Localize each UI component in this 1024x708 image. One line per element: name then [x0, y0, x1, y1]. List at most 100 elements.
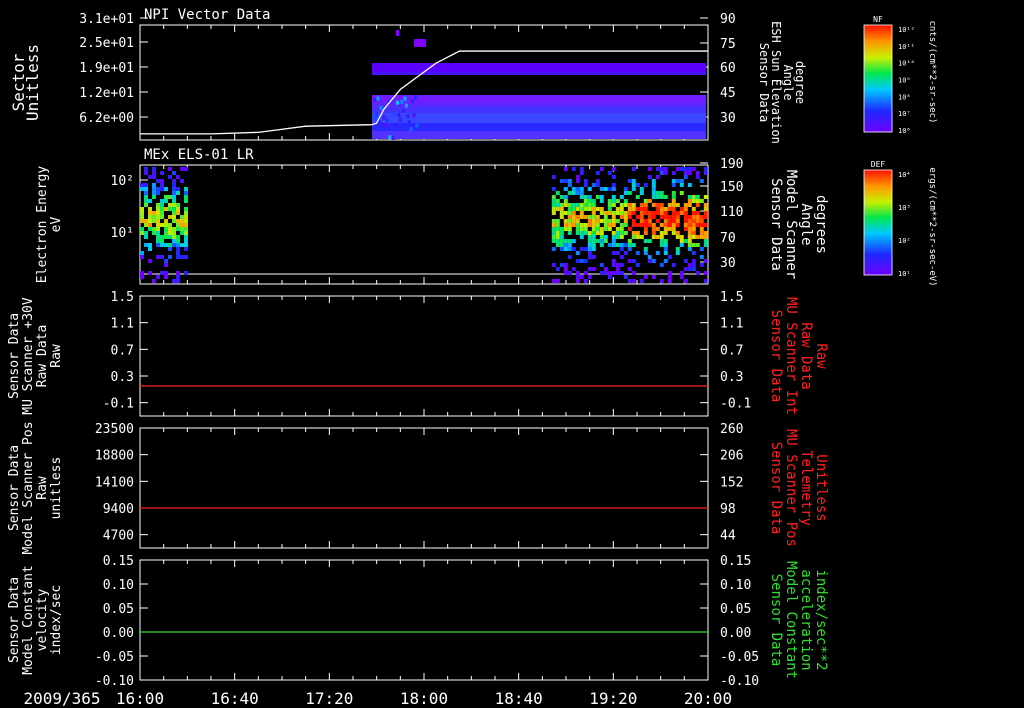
spectrogram-cell — [671, 227, 676, 231]
spectrogram-cell — [575, 179, 580, 183]
spectrogram-cell — [627, 215, 632, 219]
spectrogram-cell — [176, 191, 180, 195]
spectrogram-cell — [695, 219, 700, 223]
spectrogram-cell — [695, 223, 700, 227]
spectrogram-cell — [663, 223, 668, 227]
spectrogram-cell — [152, 167, 156, 171]
spectrogram-cell — [631, 271, 636, 275]
spectrogram-cell — [619, 223, 624, 227]
spectrogram-cell — [571, 247, 576, 251]
spectrogram-cell — [619, 247, 624, 251]
spectrogram-cell — [659, 195, 664, 199]
spectrogram-cell — [403, 96, 407, 101]
spectrogram-cell — [567, 219, 572, 223]
spectrogram-cell — [619, 195, 624, 199]
spectrogram-cell — [651, 179, 656, 183]
y-tick-label: 0.00 — [103, 626, 134, 641]
colorbar-tick: 10¹⁰ — [898, 60, 915, 68]
spectrogram-cell — [611, 195, 616, 199]
spectrogram-cell — [397, 113, 401, 118]
spectrogram-cell — [575, 215, 580, 219]
spectrogram-cell — [627, 191, 632, 195]
spectrogram-cell — [583, 207, 588, 211]
spectrogram-cell — [551, 211, 556, 215]
spectrogram-cell — [699, 219, 704, 223]
spectrogram-cell — [627, 259, 632, 263]
spectrogram-cell — [571, 187, 576, 191]
spectrogram-cell — [635, 263, 640, 267]
spectrogram-cell — [623, 251, 628, 255]
spectrogram-cell — [168, 175, 172, 179]
spectrogram-cell — [579, 275, 584, 279]
spectrogram-cell — [184, 167, 188, 171]
spectrogram-cell — [591, 219, 596, 223]
y2-tick-label: -0.10 — [720, 674, 759, 689]
spectrogram-cell — [599, 207, 604, 211]
spectrogram-cell — [619, 255, 624, 259]
spectrogram-cell — [671, 179, 676, 183]
spectrogram-cell — [607, 207, 612, 211]
spectrogram-cell — [144, 167, 148, 171]
spectrogram-cell — [663, 243, 668, 247]
y-axis-label: Raw — [49, 344, 64, 368]
spectrogram-cell — [176, 251, 180, 255]
y2-axis-label: Unitless — [813, 454, 829, 521]
spectrogram-cell — [631, 211, 636, 215]
spectrogram-cell — [703, 207, 708, 211]
spectrogram-cell — [615, 243, 620, 247]
spectrogram-cell — [691, 259, 696, 263]
spectrogram-cell — [611, 239, 616, 243]
spectrogram-cell — [559, 195, 564, 199]
spectrogram-cell — [611, 251, 616, 255]
spectrogram-cell — [635, 251, 640, 255]
y-axis-label: Model Scanner Pos — [21, 421, 36, 554]
y-tick-label: 10¹ — [111, 226, 134, 241]
spectrogram-cell — [587, 239, 592, 243]
y-axis-label: unitless — [49, 457, 64, 520]
spectrogram-cell — [371, 95, 706, 103]
spectrogram-cell — [180, 243, 184, 247]
spectrogram-cell — [671, 231, 676, 235]
spectrogram-cell — [703, 279, 708, 283]
spectrogram-cell — [555, 243, 560, 247]
y2-tick-label: 98 — [720, 502, 736, 517]
spectrogram-cell — [184, 271, 188, 275]
spectrogram-cell — [563, 227, 568, 231]
spectrogram-cell — [671, 215, 676, 219]
spectrogram-cell — [587, 203, 592, 207]
spectrogram-cell — [575, 203, 580, 207]
spectrogram-cell — [619, 271, 624, 275]
spectrogram-cell — [611, 167, 616, 171]
spectrogram-cell — [567, 247, 572, 251]
spectrogram-cell — [635, 223, 640, 227]
spectrogram-cell — [691, 251, 696, 255]
spectrogram-cell — [559, 207, 564, 211]
spectrogram-cell — [595, 219, 600, 223]
spectrogram-cell — [611, 183, 616, 187]
spectrogram-cell — [655, 207, 660, 211]
colorbar-tick: 10³ — [898, 204, 911, 212]
spectrogram-cell — [675, 223, 680, 227]
colorbar-label: NF — [873, 15, 883, 24]
colorbar-tick: 10⁷ — [898, 110, 911, 118]
spectrogram-cell — [575, 207, 580, 211]
spectrogram-cell — [410, 99, 414, 104]
spectrogram-cell — [651, 183, 656, 187]
spectrogram-cell — [555, 219, 560, 223]
spectrogram-cell — [380, 122, 384, 127]
spectrogram-cell — [591, 243, 596, 247]
spectrogram-cell — [699, 223, 704, 227]
spectrogram-cell — [172, 219, 176, 223]
spectrogram-cell — [184, 231, 188, 235]
spectrogram-cell — [663, 227, 668, 231]
spectrogram-cell — [679, 207, 684, 211]
spectrogram-cell — [575, 191, 580, 195]
spectrogram-cell — [571, 167, 576, 171]
y2-tick-label: 0.00 — [720, 626, 751, 641]
spectrogram-cell — [691, 195, 696, 199]
spectrogram-cell — [406, 114, 410, 119]
spectrogram-cell — [623, 187, 628, 191]
spectrogram-cell — [679, 167, 684, 171]
spectrogram-cell — [691, 215, 696, 219]
spectrogram-cell — [599, 219, 604, 223]
